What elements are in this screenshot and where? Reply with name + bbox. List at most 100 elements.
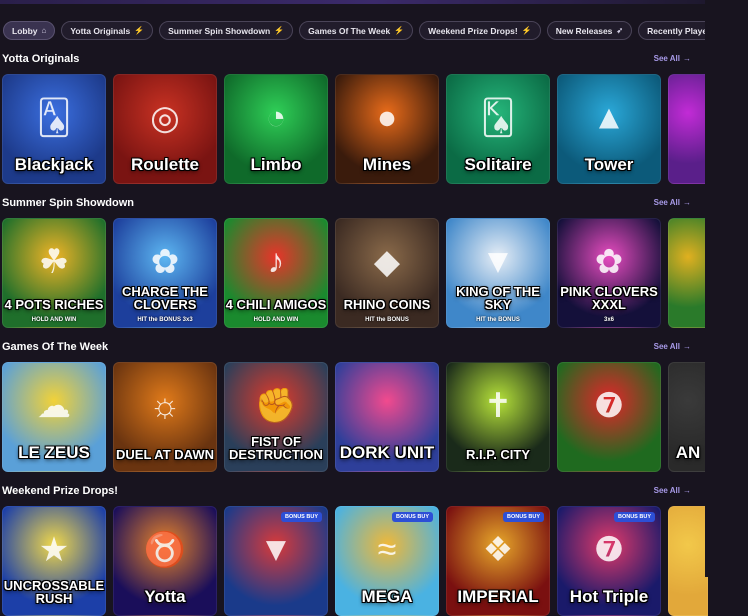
tab-summer-spin-showdown[interactable]: Summer Spin Showdown ⚡	[159, 21, 294, 40]
game-artwork: ❼	[593, 387, 625, 426]
game-card[interactable]: ● Mines	[335, 74, 439, 184]
game-artwork: ▼	[481, 242, 515, 281]
arrow-right-icon: →	[683, 54, 691, 63]
game-artwork: 🂮	[480, 99, 516, 138]
game-artwork: ≈	[377, 530, 397, 569]
arrow-right-icon: →	[683, 198, 691, 207]
game-title: IMPERIAL	[457, 587, 539, 606]
game-artwork: ▲	[592, 98, 626, 137]
game-card[interactable]: ▲ Tower	[557, 74, 661, 184]
game-artwork: ♪	[267, 242, 285, 281]
tab-yotta-originals[interactable]: Yotta Originals ⚡	[61, 21, 154, 40]
game-card[interactable]: 🂡 Blackjack	[2, 74, 106, 184]
game-card[interactable]: ❼	[557, 362, 661, 472]
arrow-right-icon: →	[683, 342, 691, 351]
game-artwork: ●	[376, 98, 398, 137]
game-row: 🂡 Blackjack ◎ Roulette ◔ Limbo ● Mines 🂮 Solitair…	[2, 74, 708, 184]
game-card[interactable]: ✊ FIST OF DESTRUCTION	[224, 362, 328, 472]
game-title: Limbo	[250, 155, 302, 174]
game-artwork: ☘	[38, 243, 70, 282]
see-all-link[interactable]: See All →	[654, 198, 691, 207]
see-all-link[interactable]: See All →	[654, 54, 691, 63]
game-title: LE ZEUS	[18, 443, 90, 462]
game-card[interactable]: DORK UNIT	[335, 362, 439, 472]
game-title: Yotta	[144, 587, 186, 606]
game-card[interactable]: ▼ BONUS BUY	[224, 506, 328, 616]
tab-label: Lobby	[12, 25, 38, 36]
section-title: Games Of The Week	[2, 341, 109, 353]
game-card[interactable]	[668, 218, 708, 328]
see-all-label: See All	[653, 342, 680, 351]
game-title: Hot Triple	[569, 587, 649, 606]
bolt-icon: ⚡	[274, 26, 285, 35]
game-card[interactable]: ♉ Yotta	[113, 506, 217, 616]
game-row: ☘ 4 POTS RICHES HOLD AND WIN ✿ CHARGE THE CL…	[2, 218, 708, 328]
tab-label: Weekend Prize Drops!	[428, 25, 518, 36]
section-title: Yotta Originals	[2, 53, 80, 65]
see-all-link[interactable]: See All →	[654, 486, 691, 495]
tab-label: New Releases	[555, 25, 613, 36]
top-accent-bar	[0, 0, 748, 4]
game-section: Summer Spin Showdown See All → ☘ 4 POTS RICH…	[0, 197, 708, 328]
game-card[interactable]: ♪ 4 CHILI AMIGOS HOLD AND WIN	[224, 218, 328, 328]
tab-lobby[interactable]: Lobby ⌂	[3, 21, 56, 40]
game-card[interactable]: ☁ LE ZEUS	[2, 362, 106, 472]
game-card[interactable]: ◔ Limbo	[224, 74, 328, 184]
tab-new-releases[interactable]: New Releases ➶	[546, 21, 633, 40]
game-artwork: ☼	[149, 386, 181, 425]
see-all-label: See All	[653, 54, 680, 63]
game-title: FIST OF DESTRUCTION	[229, 434, 323, 462]
game-title: R.I.P. CITY	[465, 447, 531, 462]
game-card[interactable]: ★ UNCROSSABLE RUSH	[2, 506, 106, 616]
game-card[interactable]: AN	[668, 362, 708, 472]
game-title: Mines	[362, 155, 412, 174]
game-card[interactable]: ✿ PINK CLOVERS XXXL 3x6	[557, 218, 661, 328]
game-card[interactable]	[668, 506, 708, 616]
game-artwork: ◔	[265, 98, 287, 137]
section-title: Summer Spin Showdown	[2, 197, 135, 209]
game-subtitle: HIT the BONUS	[476, 317, 520, 323]
tab-weekend-prize-drops[interactable]: Weekend Prize Drops! ⚡	[419, 21, 541, 40]
see-all-label: See All	[653, 198, 680, 207]
right-gutter	[705, 0, 748, 577]
tab-label: Recently Played	[647, 25, 713, 36]
category-tabs: Lobby ⌂ Yotta Originals ⚡ Summer Spin Showdo…	[3, 21, 733, 42]
game-card[interactable]: ▼ KING OF THE SKY HIT the BONUS	[446, 218, 550, 328]
tab-games-of-the-week[interactable]: Games Of The Week ⚡	[299, 21, 414, 40]
game-artwork: ✝	[483, 387, 513, 426]
game-section: Games Of The Week See All → ☁ LE ZEUS ☼ DUEL A…	[0, 341, 708, 472]
game-card[interactable]: ☘ 4 POTS RICHES HOLD AND WIN	[2, 218, 106, 328]
game-card[interactable]: ✝ R.I.P. CITY	[446, 362, 550, 472]
rocket-icon: ➶	[616, 26, 624, 35]
see-all-link[interactable]: See All →	[654, 342, 691, 351]
game-title: Solitaire	[464, 155, 532, 174]
game-artwork: ◎	[150, 99, 180, 138]
game-card[interactable]: ◎ Roulette	[113, 74, 217, 184]
game-section: Weekend Prize Drops! See All → ★ UNCROSSABLE…	[0, 485, 708, 616]
game-title: UNCROSSABLE RUSH	[3, 578, 105, 606]
game-subtitle: HOLD AND WIN	[31, 317, 77, 323]
game-card[interactable]	[668, 74, 708, 184]
tab-label: Games Of The Week	[308, 25, 391, 36]
game-artwork: ♉	[143, 531, 187, 570]
game-row: ★ UNCROSSABLE RUSH ♉ Yotta ▼ BONUS BUY ≈ BONUS …	[2, 506, 708, 616]
game-card[interactable]: ☼ DUEL AT DAWN	[113, 362, 217, 472]
game-subtitle: HIT the BONUS	[365, 317, 409, 323]
bonus-buy-badge: BONUS BUY	[391, 512, 433, 522]
game-artwork: ☁	[37, 387, 71, 426]
game-card[interactable]: ❼ BONUS BUY Hot Triple	[557, 506, 661, 616]
game-section: Yotta Originals See All → 🂡 Blackjack ◎ Roulet…	[0, 53, 708, 184]
game-subtitle: HOLD AND WIN	[253, 317, 299, 323]
game-card[interactable]: ❖ BONUS BUY IMPERIAL	[446, 506, 550, 616]
game-card[interactable]: ◆ RHINO COINS HIT the BONUS	[335, 218, 439, 328]
see-all-label: See All	[653, 486, 680, 495]
game-title: Tower	[584, 155, 634, 174]
game-subtitle: HIT the BONUS 3x3	[137, 317, 193, 323]
game-card[interactable]: 🂮 Solitaire	[446, 74, 550, 184]
game-title: Roulette	[131, 155, 199, 174]
bolt-icon: ⚡	[394, 26, 405, 35]
section-title: Weekend Prize Drops!	[2, 485, 118, 497]
game-card[interactable]: ≈ BONUS BUY MEGA	[335, 506, 439, 616]
game-title: DORK UNIT	[339, 443, 435, 462]
game-card[interactable]: ✿ CHARGE THE CLOVERS HIT the BONUS 3x3	[113, 218, 217, 328]
